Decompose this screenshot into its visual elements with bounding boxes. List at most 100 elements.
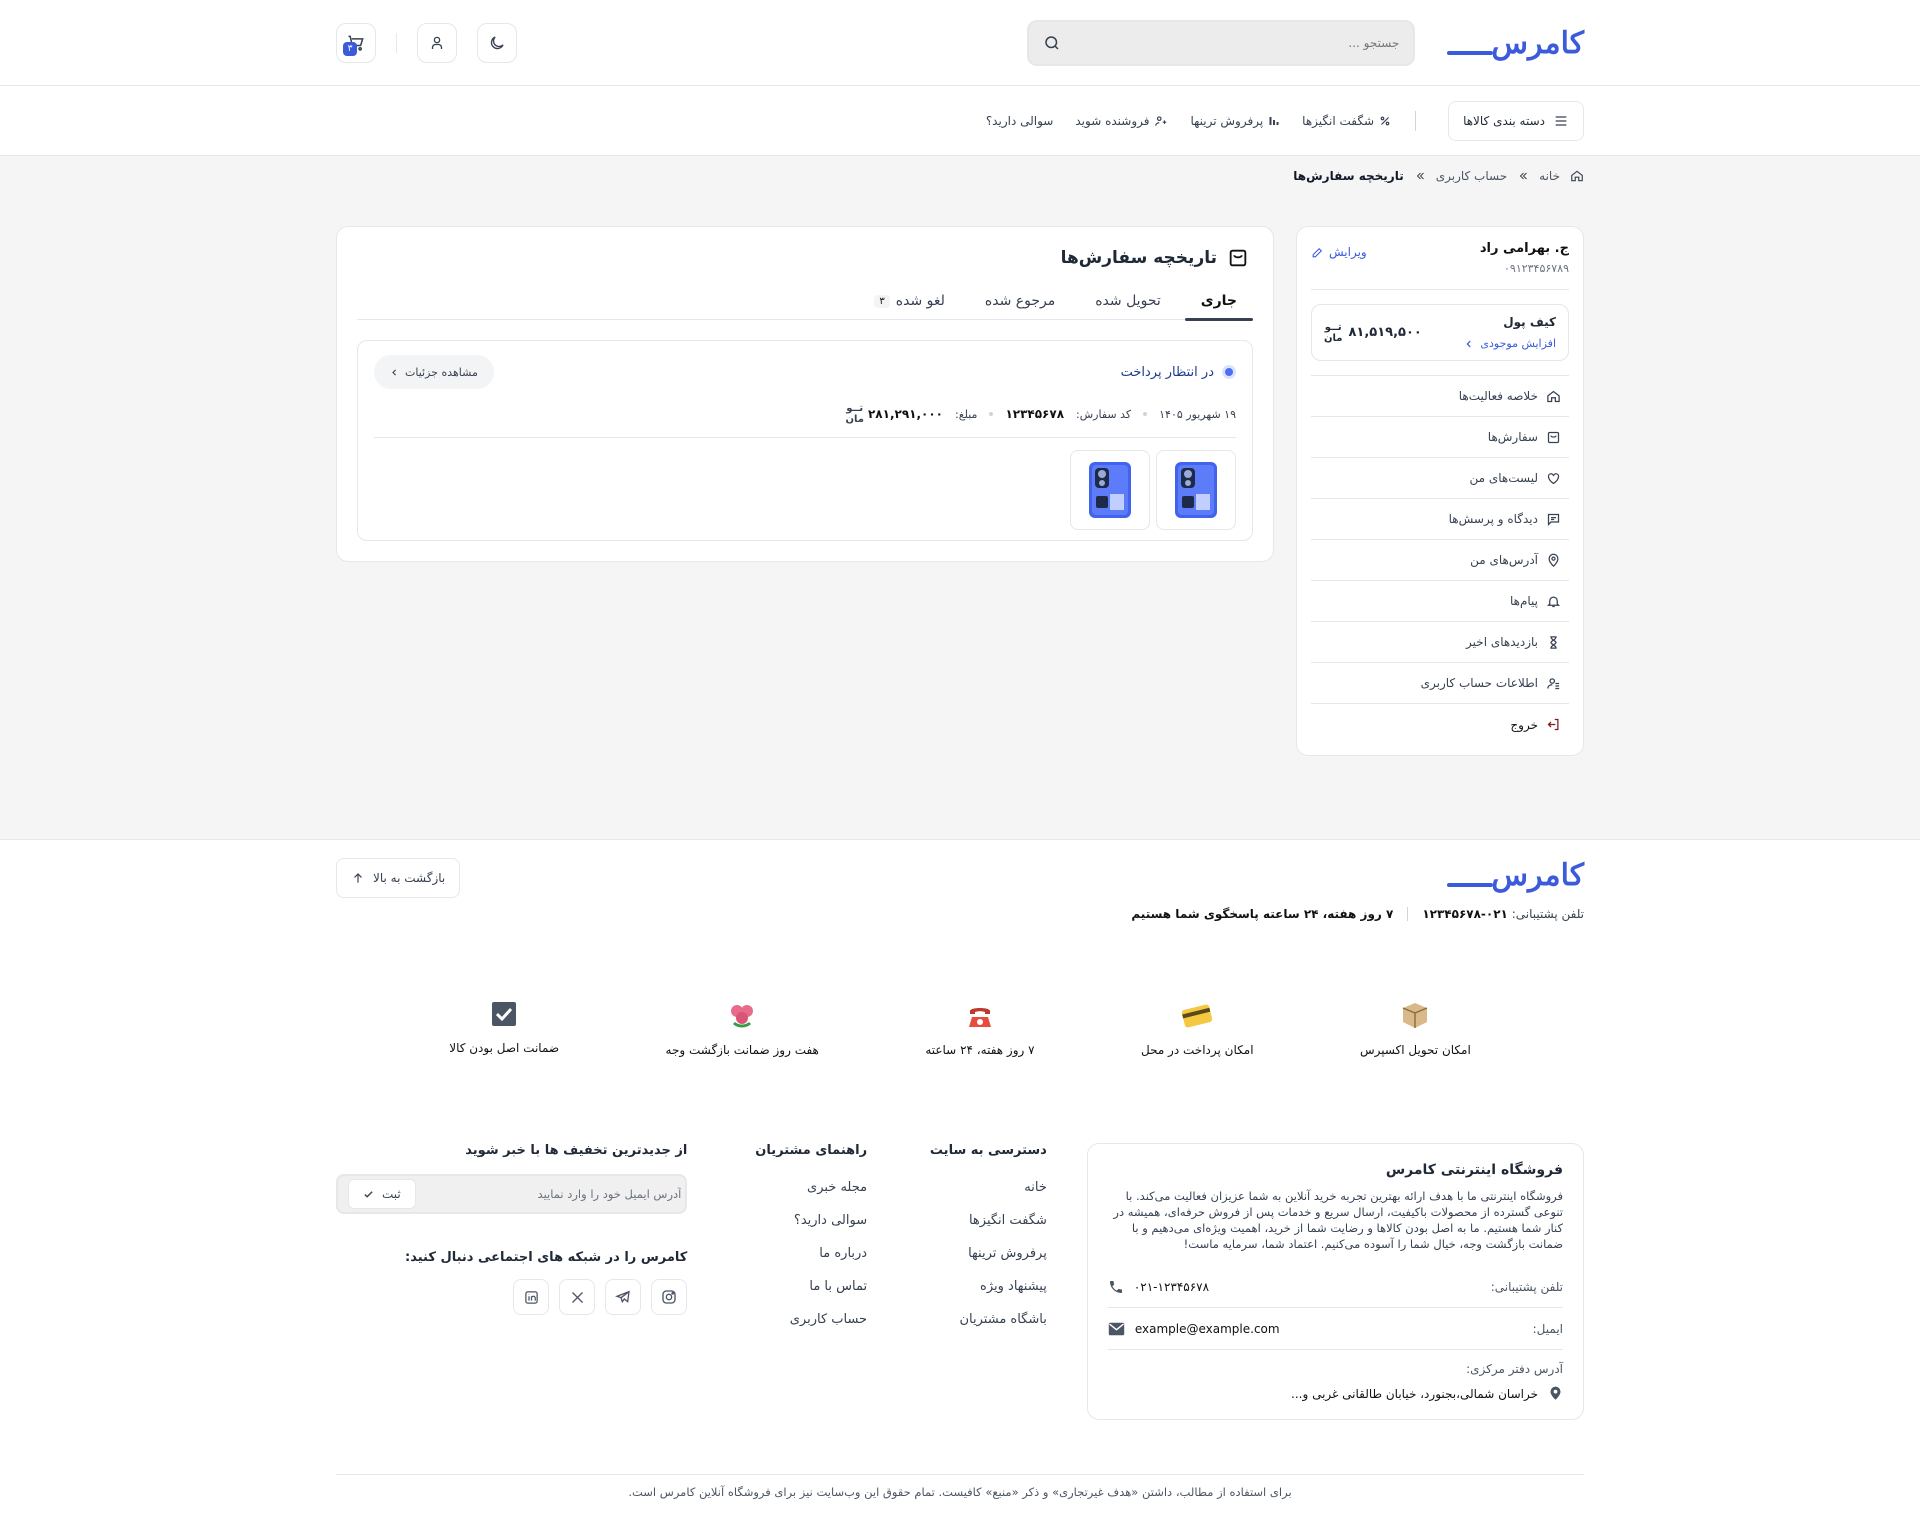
status-dot-icon <box>1222 365 1236 379</box>
footer-link[interactable]: سوالی دارید؟ <box>727 1213 867 1228</box>
nav-link-bestsellers[interactable]: پرفروش ترینها <box>1190 114 1280 128</box>
x-icon[interactable] <box>559 1279 596 1315</box>
footer-link[interactable]: درباره ما <box>727 1246 867 1261</box>
search-input[interactable] <box>1061 36 1400 50</box>
footer-logo[interactable]: کامرس <box>1131 858 1585 893</box>
site-logo[interactable]: کامرس <box>1447 26 1585 61</box>
order-status: در انتظار پرداخت <box>1121 365 1236 380</box>
footer-link[interactable]: باشگاه مشتریان <box>907 1312 1047 1327</box>
menu-item-lists[interactable]: لیست‌های من <box>1311 458 1569 499</box>
search-icon[interactable] <box>1043 34 1061 52</box>
tab-delivered[interactable]: تحویل شده <box>1095 287 1161 319</box>
footer-links-help: راهنمای مشتریان مجله خبری سوالی دارید؟ د… <box>727 1143 867 1345</box>
footer-link[interactable]: تماس با ما <box>727 1279 867 1294</box>
nav-divider <box>1415 111 1417 131</box>
tab-cancelled[interactable]: لغو شده ۳ <box>874 287 945 319</box>
user-phone: ۰۹۱۲۳۴۵۶۷۸۹ <box>1504 262 1569 275</box>
arrow-up-icon <box>351 871 365 885</box>
location-icon <box>1546 553 1561 568</box>
contact-phone-row: تلفن پشتیبانی: ۰۲۱-۱۲۳۴۵۶۷۸ <box>1107 1266 1563 1308</box>
feature-express: امکان تحویل اکسپرس <box>1360 999 1471 1057</box>
contact-email-row: ایمیل: example@example.com <box>1107 1308 1563 1350</box>
contact-email[interactable]: example@example.com <box>1135 1322 1280 1336</box>
menu-item-account-info[interactable]: اطلاعات حساب کاربری <box>1311 663 1569 704</box>
home-icon[interactable] <box>1570 169 1584 183</box>
footer-link[interactable]: مجله خبری <box>727 1180 867 1195</box>
telegram-icon[interactable] <box>605 1279 642 1315</box>
cart-count-badge: ۳ <box>343 42 357 56</box>
location-icon <box>1548 1386 1563 1401</box>
breadcrumb-home[interactable]: خانه <box>1539 169 1560 183</box>
menu-icon <box>1553 113 1569 129</box>
wallet-title: کیف پول <box>1503 315 1556 329</box>
feature-refund: هفت روز ضمانت بازگشت وجه <box>666 999 819 1057</box>
menu-item-logout[interactable]: خروج <box>1311 704 1569 745</box>
feature-strip: امکان تحویل اکسپرس امکان پرداخت در محل ۷… <box>336 999 1584 1057</box>
wallet-topup-link[interactable]: افزایش موجودی <box>1464 337 1556 350</box>
back-to-top-button[interactable]: بازگشت به بالا <box>336 858 461 898</box>
categories-button[interactable]: دسته بندی کالاها <box>1448 101 1584 141</box>
order-amount: ۲۸۱,۲۹۱,۰۰۰ تــو مان <box>845 403 944 425</box>
linkedin-icon[interactable] <box>513 1279 550 1315</box>
mail-icon <box>1108 1322 1125 1336</box>
top-header: کامرس ۳ <box>0 0 1920 86</box>
account-menu: خلاصه فعالیت‌ها سفارش‌ها لیست‌های من دید… <box>1311 375 1569 745</box>
copyright-text: برای استفاده از مطالب، داشتن «هدف غیرتجا… <box>336 1474 1584 1499</box>
cart-button[interactable]: ۳ <box>336 23 376 63</box>
about-card: فروشگاه اینترنتی کامرس فروشگاه اینترنتی … <box>1086 1143 1584 1420</box>
contact-phone[interactable]: ۰۲۱-۱۲۳۴۵۶۷۸ <box>1134 1280 1209 1294</box>
account-button[interactable] <box>417 23 457 63</box>
order-code: ۱۲۳۴۵۶۷۸ <box>1005 407 1065 421</box>
search-box[interactable] <box>1027 20 1416 66</box>
breadcrumb: خانه حساب کاربری تاریخچه سفارش‌ها <box>336 156 1584 196</box>
breadcrumb-account[interactable]: حساب کاربری <box>1436 169 1507 183</box>
footer-link[interactable]: پیشنهاد ویژه <box>907 1279 1047 1294</box>
about-text: فروشگاه اینترنتی ما با هدف ارائه بهترین … <box>1113 1189 1563 1251</box>
newsletter-form: ثبت <box>335 1174 688 1214</box>
nav-link-faq[interactable]: سوالی دارید؟ <box>986 114 1054 128</box>
main-nav: دسته بندی کالاها شگفت انگیزها پرفروش تری… <box>0 86 1920 156</box>
social-title: کامرس را در شبکه های اجتماعی دنبال کنید: <box>405 1250 688 1265</box>
nav-link-offers[interactable]: شگفت انگیزها <box>1302 114 1391 128</box>
product-thumbnail[interactable] <box>1156 450 1236 530</box>
header-divider <box>396 33 397 53</box>
account-sidebar: ج. بهرامی راد ۰۹۱۲۳۴۵۶۷۸۹ ویرایش کیف پول… <box>1296 226 1584 756</box>
order-products <box>374 450 1236 530</box>
home-icon <box>1546 389 1561 404</box>
chevrons-icon <box>1414 170 1426 182</box>
footer-link[interactable]: شگفت انگیزها <box>907 1213 1047 1228</box>
newsletter-submit-button[interactable]: ثبت <box>347 1179 416 1209</box>
nav-link-become-seller[interactable]: فروشنده شوید <box>1075 114 1168 128</box>
box-icon <box>1399 999 1431 1031</box>
main-area: خانه حساب کاربری تاریخچه سفارش‌ها ج. بهر… <box>0 156 1920 839</box>
site-footer: کامرس تلفن پشتیبانی: ۰۲۱-۱۲۳۴۵۶۷۸ ۷ روز … <box>0 839 1920 1499</box>
menu-item-comments[interactable]: دیدگاه و پرسش‌ها <box>1311 499 1569 540</box>
edit-profile-link[interactable]: ویرایش <box>1311 245 1367 259</box>
tab-returned[interactable]: مرجوع شده <box>985 287 1055 319</box>
menu-item-messages[interactable]: پیام‌ها <box>1311 581 1569 622</box>
footer-link[interactable]: خانه <box>907 1180 1047 1195</box>
phone-icon <box>964 999 996 1031</box>
breadcrumb-current: تاریخچه سفارش‌ها <box>1293 169 1404 183</box>
newsletter-email-input[interactable] <box>415 1187 682 1201</box>
theme-toggle-button[interactable] <box>477 23 517 63</box>
feature-support: ۷ روز هفته، ۲۴ ساعته <box>925 999 1035 1057</box>
feature-authentic: ضمانت اصل بودن کالا <box>449 999 559 1057</box>
social-links <box>336 1279 688 1315</box>
menu-item-recent[interactable]: بازدیدهای اخیر <box>1311 622 1569 663</box>
cancelled-count-badge: ۳ <box>874 294 890 308</box>
footer-link[interactable]: حساب کاربری <box>727 1312 867 1327</box>
tab-current[interactable]: جاری <box>1184 287 1254 321</box>
order-card: در انتظار پرداخت مشاهده جزئیات ۱۹ شهریور… <box>357 340 1253 541</box>
wallet-card: کیف پول افزایش موجودی ۸۱,۵۱۹,۵۰۰ تــو مان <box>1311 304 1569 361</box>
menu-item-orders[interactable]: سفارش‌ها <box>1311 417 1569 458</box>
chevrons-icon <box>1517 170 1529 182</box>
menu-item-activity[interactable]: خلاصه فعالیت‌ها <box>1311 376 1569 417</box>
wallet-balance: ۸۱,۵۱۹,۵۰۰ تــو مان <box>1324 321 1422 344</box>
product-thumbnail[interactable] <box>1070 450 1150 530</box>
view-details-button[interactable]: مشاهده جزئیات <box>374 355 494 389</box>
instagram-icon[interactable] <box>651 1279 688 1315</box>
footer-link[interactable]: پرفروش ترینها <box>907 1246 1047 1261</box>
menu-item-addresses[interactable]: آدرس‌های من <box>1311 540 1569 581</box>
order-date: ۱۹ شهریور ۱۴۰۵ <box>1159 407 1236 421</box>
